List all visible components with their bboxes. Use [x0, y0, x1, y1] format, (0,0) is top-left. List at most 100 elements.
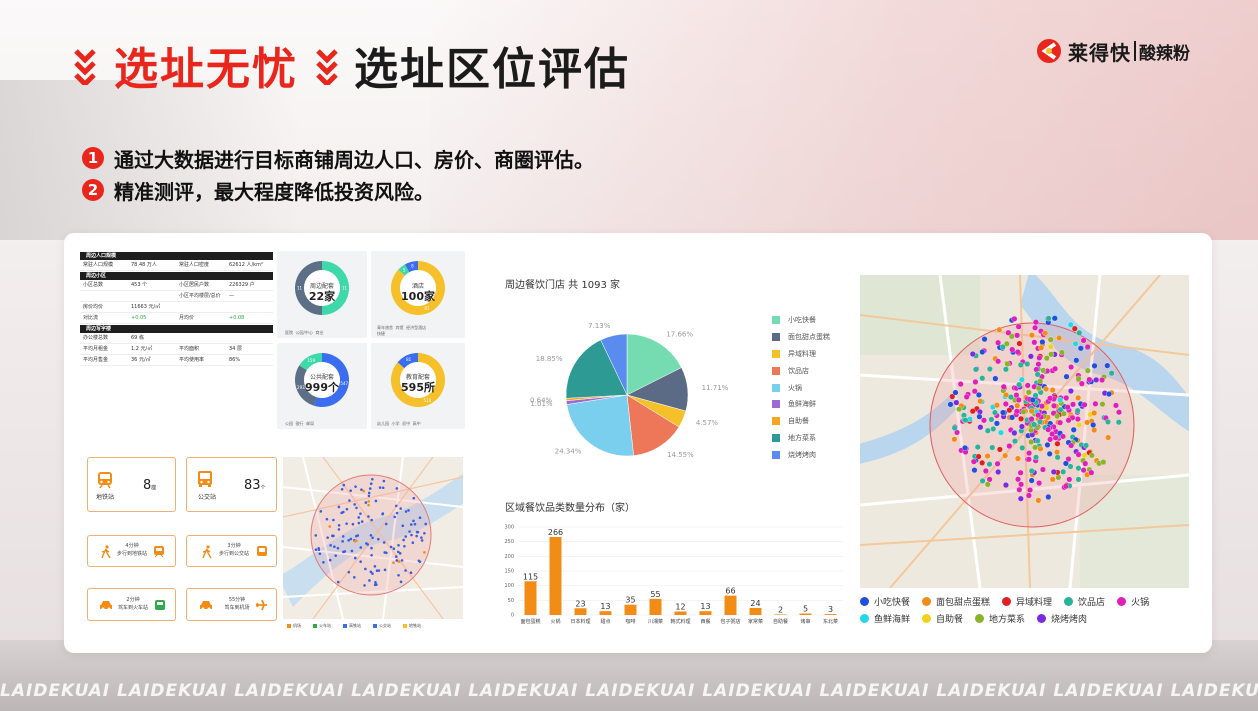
drive-train-desc: 驾车到火车站: [117, 605, 148, 611]
walk-metro-time: 4分钟: [125, 543, 139, 549]
map-marker: [378, 486, 382, 489]
legend-swatch: [1037, 614, 1047, 623]
map-marker: [1042, 330, 1049, 337]
map-marker: [368, 487, 372, 490]
map-marker: [1108, 370, 1115, 377]
map-marker: [1028, 477, 1035, 484]
map-marker: [420, 539, 424, 542]
map-marker: [1033, 366, 1040, 373]
map-marker: [990, 425, 997, 432]
map-marker: [341, 535, 345, 538]
map-marker: [424, 522, 428, 526]
pie-slice-label: 17.66%: [666, 331, 693, 339]
map-marker: [1088, 452, 1095, 459]
map-marker: [1050, 468, 1057, 475]
legend-label: 烧烤烤肉: [1051, 615, 1088, 625]
map-marker: [1084, 419, 1091, 426]
map-marker: [382, 479, 386, 483]
donut-value: 999个: [305, 381, 339, 394]
metro-count: 8座: [143, 478, 156, 493]
map-marker: [991, 409, 998, 416]
legend-item: 公园/中心: [295, 330, 313, 335]
map-marker: [993, 402, 1000, 409]
map-marker: [1105, 434, 1112, 441]
population-table: 周边人口规模 常驻人口规模 78.48 万人 常驻人口密度 62612 人/km…: [80, 251, 273, 373]
table-cell: 月均价: [179, 315, 195, 321]
map-marker: [1013, 408, 1020, 415]
map-marker: [1076, 422, 1083, 428]
legend-swatch: [975, 614, 985, 623]
map-marker: [995, 469, 1002, 475]
map-marker: [420, 536, 423, 539]
legend-swatch: [1117, 597, 1127, 606]
restaurant-density-map[interactable]: [860, 275, 1189, 588]
map-marker: [1075, 465, 1082, 472]
metro-icon: [98, 472, 112, 489]
table-row: 平均月租金 1.2 元/㎡ 平均面积 34 层: [80, 344, 273, 355]
map-marker: [1014, 332, 1021, 339]
map-marker: [975, 391, 982, 398]
map-marker: [397, 560, 401, 563]
map-marker: [1084, 343, 1091, 350]
legend-item: 高中: [412, 421, 421, 426]
x-tick-label: 自助餐: [773, 618, 788, 625]
map-marker: [1025, 456, 1032, 463]
legend-item: 火锅: [772, 379, 830, 396]
map-marker: [353, 503, 356, 506]
map-marker: [1007, 394, 1014, 401]
map-marker: [1016, 381, 1023, 388]
bar: [824, 614, 837, 615]
map-marker: [1004, 361, 1011, 367]
donut-card-education: 514 81 教育配套 595所 幼儿园 小学 初中 高中: [371, 343, 465, 429]
map-marker: [1063, 373, 1070, 380]
bar: [699, 611, 712, 615]
bus-label: 公交站: [198, 494, 217, 501]
map-marker: [1024, 382, 1031, 389]
bar-chart-title: 区域餐饮品类数量分布（家）: [505, 503, 635, 514]
legend-label: 地方菜系: [788, 433, 816, 442]
map-marker: [1104, 362, 1111, 369]
legend-swatch: [1064, 597, 1074, 606]
donut-slice-label: 514: [424, 398, 432, 403]
table-cell: [226, 302, 273, 312]
legend-swatch: [772, 383, 780, 392]
map-marker: [1052, 365, 1059, 372]
title-red: 选址无忧: [114, 44, 298, 95]
map-marker: [1067, 321, 1074, 328]
map-marker: [1054, 449, 1061, 456]
map-marker: [993, 420, 1000, 427]
map-marker: [1113, 402, 1119, 409]
table-cell: 34 层: [229, 346, 242, 352]
map-marker: [981, 417, 987, 424]
map-marker: [1075, 451, 1082, 458]
legend-item: 小吃快餐: [772, 312, 830, 329]
legend-item: 异域料理: [772, 346, 830, 363]
x-tick-label: 咖啡: [625, 618, 635, 625]
map-marker: [1039, 339, 1046, 345]
map-marker: [1051, 402, 1057, 409]
bullet-item: 2 精准测评，最大程度降低投资风险。: [82, 174, 594, 206]
brand-mark-icon: [1037, 39, 1061, 63]
restaurant-map-legend: 小吃快餐 面包甜点蛋糕 异域料理 饮品店 火锅 鱼鲜海鲜 自助餐 地方菜系 烧烤…: [860, 593, 1200, 627]
donut-legend: 幼儿园 小学 初中 高中: [377, 421, 421, 427]
transport-map[interactable]: [283, 457, 463, 619]
map-marker: [972, 379, 979, 385]
pie-slice-label: 18.85%: [536, 355, 563, 363]
legend-label: 异域料理: [788, 349, 816, 358]
table-cell: 86%: [229, 357, 241, 363]
legend-item: 机场: [287, 623, 301, 629]
map-marker: [359, 560, 362, 563]
bus-icon: [198, 471, 212, 487]
table-cell: 平均月租金: [83, 346, 109, 352]
map-marker: [371, 536, 374, 540]
y-tick-label: 100: [504, 583, 514, 589]
title-black: 选址区位评估: [354, 44, 630, 95]
map-marker: [404, 535, 408, 538]
table-cell: —: [229, 293, 234, 299]
map-marker: [992, 375, 999, 382]
x-tick-label: 西餐: [700, 618, 710, 625]
map-marker: [408, 530, 411, 533]
drive-train-info: 2分钟 驾车到火车站: [113, 596, 153, 612]
map-marker: [1046, 450, 1053, 457]
map-marker: [354, 485, 357, 488]
